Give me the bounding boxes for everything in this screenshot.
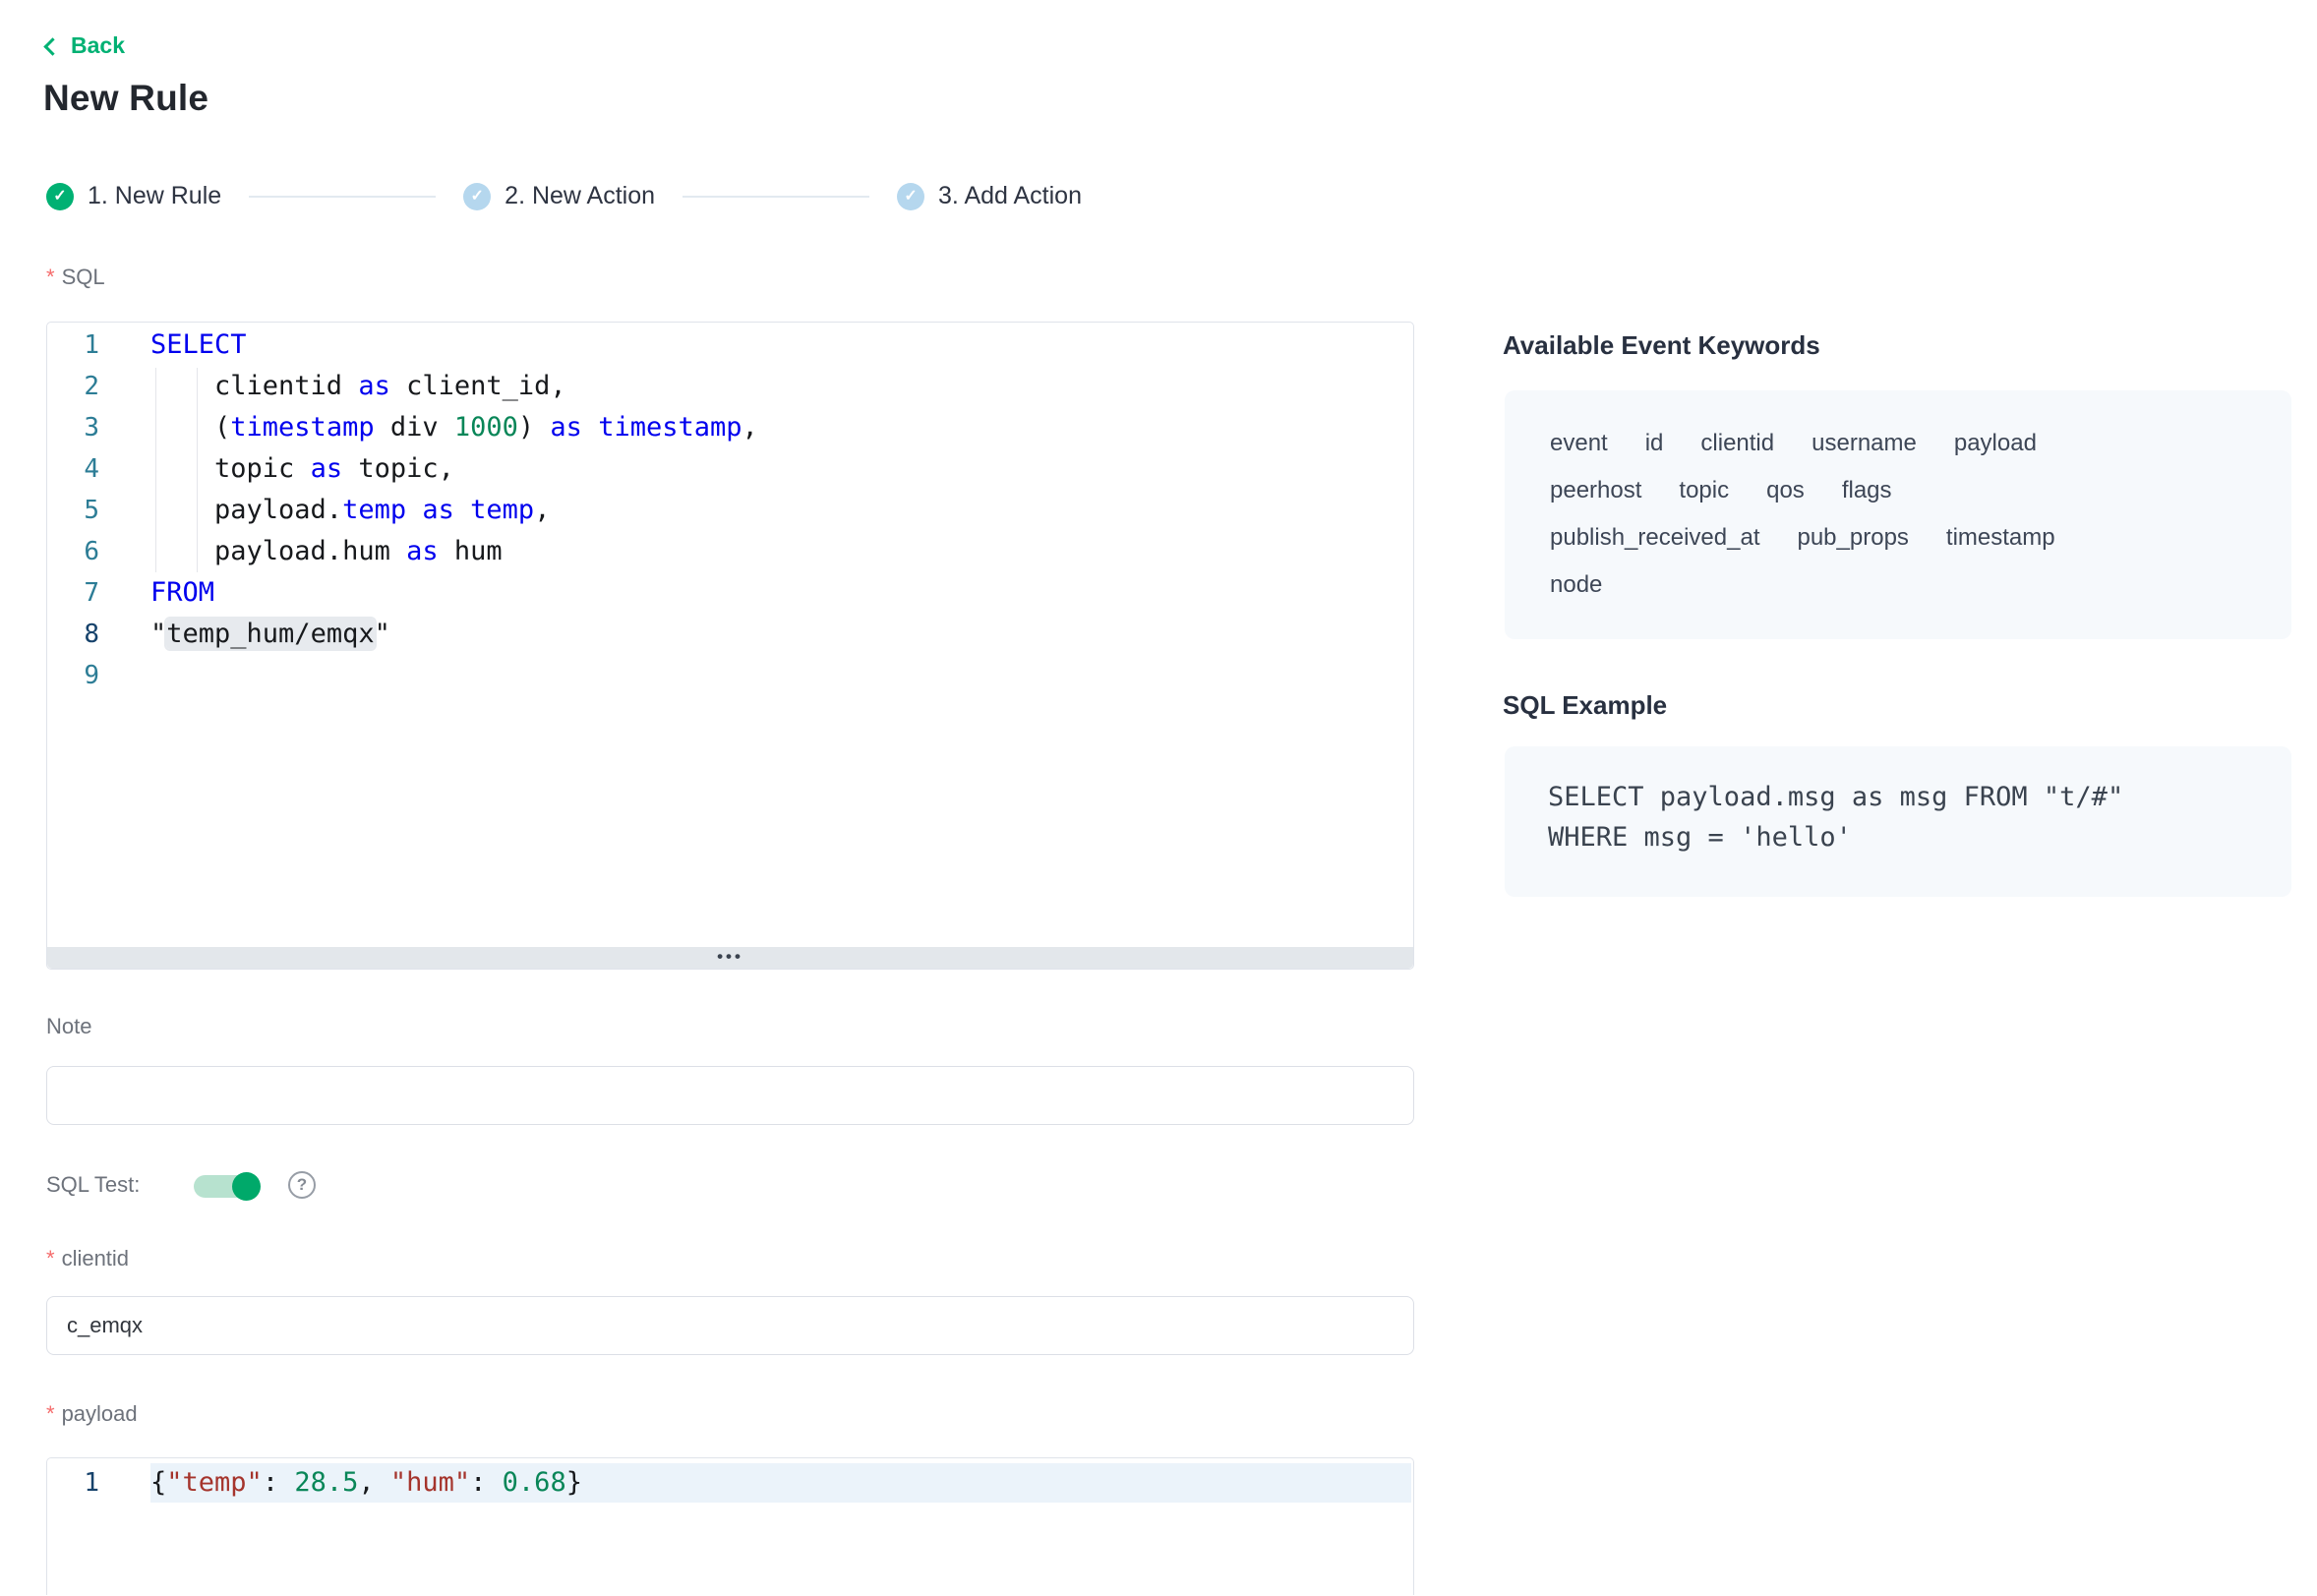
line-number: 4 bbox=[47, 448, 99, 490]
keyword-tag: username bbox=[1812, 428, 1917, 459]
keyword-tag: pub_props bbox=[1797, 522, 1908, 554]
sql-code-lines: 1SELECT2 clientid as client_id,3 (timest… bbox=[47, 325, 1413, 696]
step-check-icon: ✓ bbox=[46, 183, 74, 210]
code-line: 1 {"temp": 28.5, "hum": 0.68} bbox=[47, 1462, 1413, 1504]
keyword-tag: event bbox=[1550, 428, 1608, 459]
line-number: 1 bbox=[47, 325, 99, 366]
sql-test-toggle[interactable] bbox=[194, 1175, 259, 1198]
new-rule-page: { "page": { "back_label": "Back", "title… bbox=[0, 0, 2317, 1542]
step-label: 2. New Action bbox=[505, 182, 655, 210]
step-label: 1. New Rule bbox=[88, 182, 221, 210]
code-line: 5 payload.temp as temp, bbox=[47, 490, 1413, 531]
back-label: Back bbox=[71, 32, 125, 59]
line-number: 9 bbox=[47, 655, 99, 696]
keyword-tag: id bbox=[1645, 428, 1664, 459]
code-line: 2 clientid as client_id, bbox=[47, 366, 1413, 407]
payload-code-lines: 1 {"temp": 28.5, "hum": 0.68} bbox=[47, 1462, 1413, 1504]
line-number: 3 bbox=[47, 407, 99, 448]
code-text: SELECT bbox=[150, 325, 247, 366]
keyword-row: event id clientid username payload bbox=[1550, 428, 2252, 459]
toggle-knob bbox=[232, 1172, 261, 1201]
note-input[interactable] bbox=[46, 1066, 1414, 1125]
line-number: 5 bbox=[47, 490, 99, 531]
keyword-tag: payload bbox=[1954, 428, 2037, 459]
sql-example-line: SELECT payload.msg as msg FROM "t/#" bbox=[1548, 777, 2252, 817]
step-check-icon: ✓ bbox=[463, 183, 491, 210]
line-number: 1 bbox=[47, 1462, 99, 1504]
code-text: payload.hum as hum bbox=[150, 531, 503, 572]
sql-example-line: WHERE msg = 'hello' bbox=[1548, 817, 2252, 857]
keyword-row: publish_received_at pub_props timestamp bbox=[1550, 522, 2252, 554]
code-line: 9 bbox=[47, 655, 1413, 696]
keywords-card: event id clientid username payload peerhost to… bbox=[1505, 390, 2291, 639]
step-item: ✓ 1. New Rule bbox=[46, 182, 221, 210]
code-text: payload.temp as temp, bbox=[150, 490, 550, 531]
code-text: "temp_hum/emqx" bbox=[150, 614, 390, 655]
code-text: (timestamp div 1000) as timestamp, bbox=[150, 407, 758, 448]
code-line: 6 payload.hum as hum bbox=[47, 531, 1413, 572]
code-line: 1 SELECT bbox=[47, 325, 1413, 366]
sql-code-area[interactable]: 1SELECT2 clientid as client_id,3 (timest… bbox=[47, 323, 1413, 947]
keyword-row: peerhost topic qos flags bbox=[1550, 475, 2252, 506]
keyword-tag: flags bbox=[1842, 475, 1892, 506]
keyword-tag: topic bbox=[1679, 475, 1729, 506]
step-item: ✓ 2. New Action bbox=[463, 182, 655, 210]
editor-resize-handle[interactable]: ••• bbox=[47, 947, 1413, 969]
code-text: FROM bbox=[150, 572, 214, 614]
step-connector bbox=[683, 196, 869, 198]
code-line: 8 "temp_hum/emqx" bbox=[47, 614, 1413, 655]
sql-example-card: SELECT payload.msg as msg FROM "t/#"WHER… bbox=[1505, 746, 2291, 897]
line-number: 7 bbox=[47, 572, 99, 614]
code-text: clientid as client_id, bbox=[150, 366, 566, 407]
note-field-label: Note bbox=[46, 1014, 91, 1039]
keyword-tag: peerhost bbox=[1550, 475, 1641, 506]
clientid-field-label: *clientid bbox=[46, 1246, 129, 1271]
keyword-tag: qos bbox=[1766, 475, 1805, 506]
step-connector bbox=[249, 196, 436, 198]
step-item: ✓ 3. Add Action bbox=[897, 182, 1082, 210]
line-number: 2 bbox=[47, 366, 99, 407]
page-title: New Rule bbox=[43, 78, 208, 119]
code-line: 4 topic as topic, bbox=[47, 448, 1413, 490]
code-text: {"temp": 28.5, "hum": 0.68} bbox=[150, 1462, 582, 1504]
code-line: 7 FROM bbox=[47, 572, 1413, 614]
line-number: 8 bbox=[47, 614, 99, 655]
stepper: ✓ 1. New Rule ✓ 2. New Action ✓ 3. Add Action bbox=[46, 182, 1082, 210]
step-check-icon: ✓ bbox=[897, 183, 924, 210]
payload-editor[interactable]: 1 {"temp": 28.5, "hum": 0.68} bbox=[46, 1457, 1414, 1595]
step-label: 3. Add Action bbox=[938, 182, 1082, 210]
keyword-tag: timestamp bbox=[1946, 522, 2055, 554]
keyword-tag: publish_received_at bbox=[1550, 522, 1759, 554]
required-mark: * bbox=[46, 265, 55, 289]
sql-example-title: SQL Example bbox=[1503, 690, 1667, 721]
code-text: topic as topic, bbox=[150, 448, 454, 490]
sql-field-label: *SQL bbox=[46, 265, 105, 290]
required-mark: * bbox=[46, 1401, 55, 1426]
help-icon[interactable]: ? bbox=[288, 1171, 316, 1199]
sql-editor[interactable]: 1SELECT2 clientid as client_id,3 (timest… bbox=[46, 322, 1414, 970]
sql-test-label: SQL Test: bbox=[46, 1172, 140, 1198]
line-number: 6 bbox=[47, 531, 99, 572]
payload-field-label: *payload bbox=[46, 1401, 138, 1427]
keyword-tag: node bbox=[1550, 569, 1602, 601]
required-mark: * bbox=[46, 1246, 55, 1271]
payload-code-area[interactable]: 1 {"temp": 28.5, "hum": 0.68} bbox=[47, 1458, 1413, 1596]
clientid-input[interactable] bbox=[46, 1296, 1414, 1355]
keyword-tag: clientid bbox=[1700, 428, 1774, 459]
back-chevron-icon bbox=[43, 37, 61, 55]
code-line: 3 (timestamp div 1000) as timestamp, bbox=[47, 407, 1413, 448]
keyword-row: node bbox=[1550, 569, 2252, 601]
back-button[interactable]: Back bbox=[46, 32, 125, 59]
keywords-title: Available Event Keywords bbox=[1503, 330, 1820, 361]
